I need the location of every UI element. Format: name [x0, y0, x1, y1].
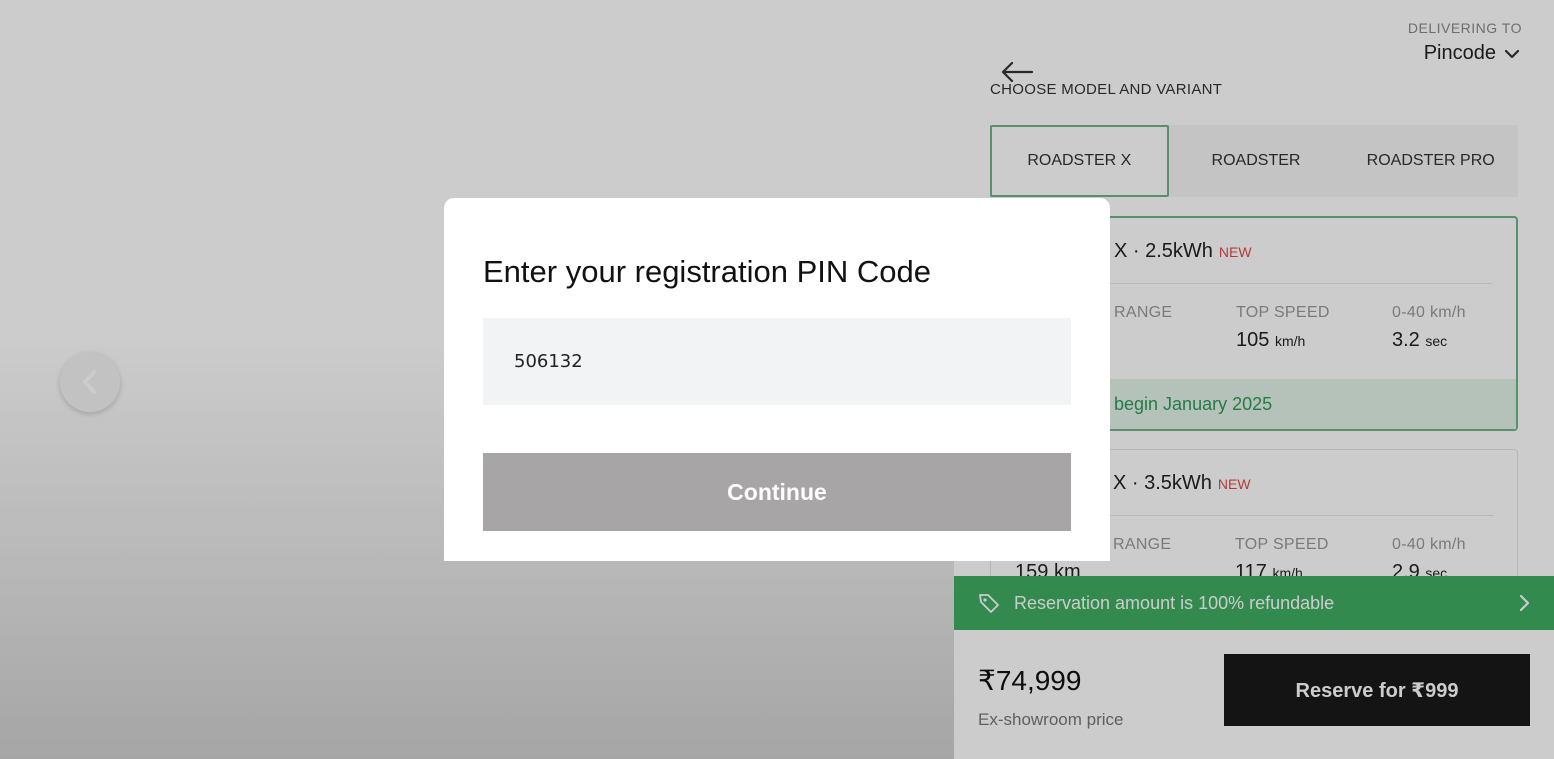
- continue-button[interactable]: Continue: [483, 453, 1071, 531]
- modal-title: Enter your registration PIN Code: [483, 254, 931, 289]
- pin-code-input[interactable]: [483, 318, 1071, 405]
- pin-code-modal: Enter your registration PIN Code Continu…: [444, 198, 1110, 561]
